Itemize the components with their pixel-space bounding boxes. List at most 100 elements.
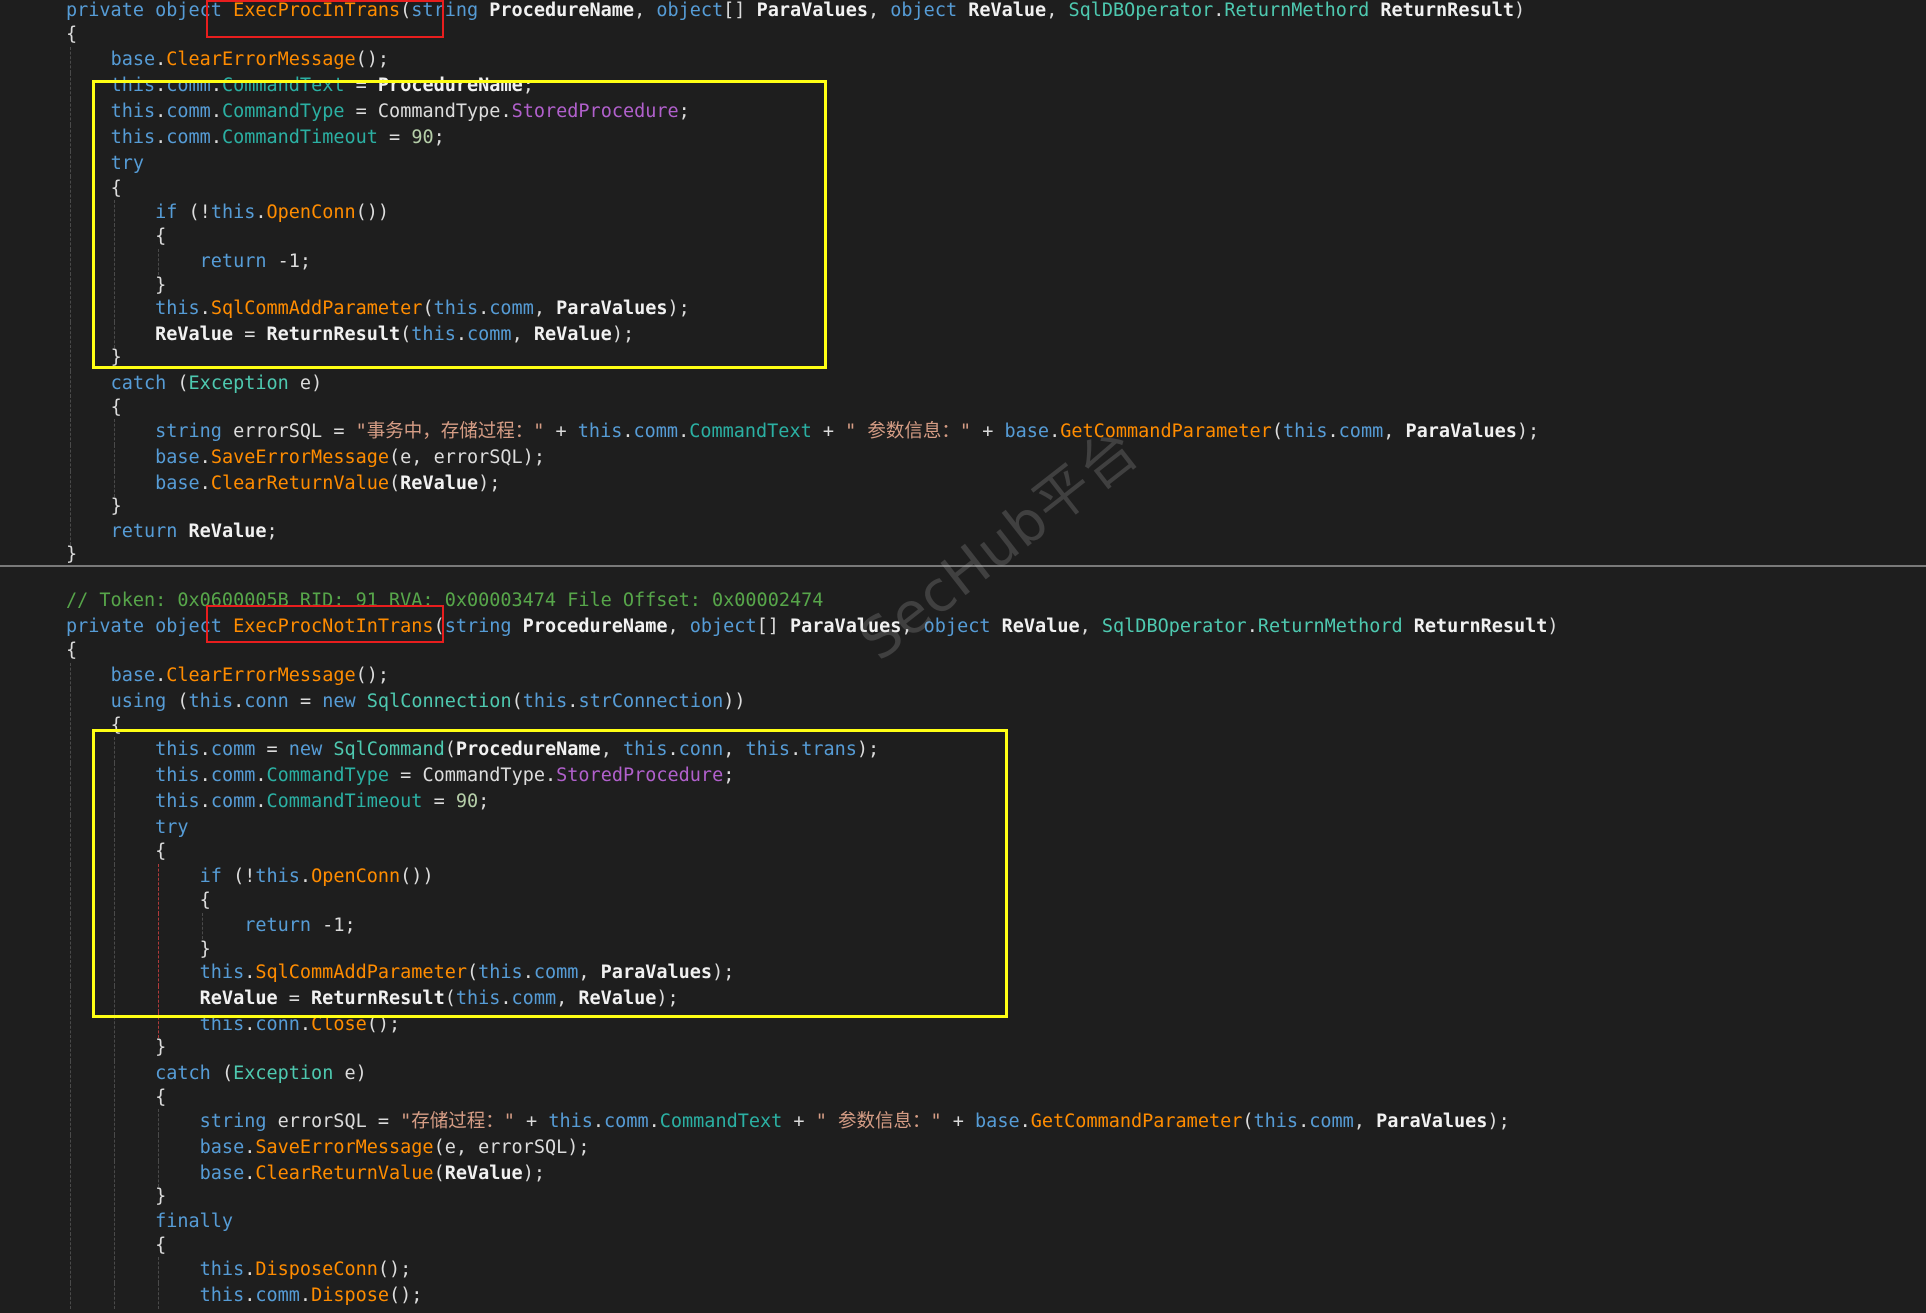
- indent-guide: [70, 1085, 71, 1111]
- punctuation: ,: [867, 0, 891, 21]
- punctuation: .: [244, 1285, 256, 1306]
- indent-guide: [70, 151, 71, 177]
- field: comm: [604, 1111, 649, 1132]
- keyword: using: [110, 691, 167, 712]
- punctuation: .: [648, 1111, 660, 1132]
- string-literal: "事务中，存储过程：": [355, 421, 545, 442]
- keyword: catch: [110, 373, 167, 394]
- punctuation: ,: [1353, 1111, 1377, 1132]
- code-line[interactable]: string errorSQL = "事务中，存储过程：" + this.com…: [66, 419, 1539, 445]
- keyword: base: [199, 1137, 245, 1158]
- property: CommandText: [659, 1111, 783, 1132]
- keyword: object: [689, 616, 757, 637]
- code-line[interactable]: catch (Exception e): [66, 371, 322, 397]
- keyword: return: [110, 521, 178, 542]
- keyword: new: [322, 691, 356, 712]
- parameter: ParaValues: [1376, 1111, 1488, 1132]
- punctuation: );: [522, 1163, 545, 1184]
- code-line[interactable]: base.ClearErrorMessage();: [66, 663, 389, 689]
- indent-guide: [70, 864, 71, 890]
- comment-line[interactable]: // Token: 0x0600005B RID: 91 RVA: 0x0000…: [66, 588, 823, 614]
- punctuation: []: [756, 616, 779, 637]
- method-name: GetCommandParameter: [1030, 1111, 1243, 1132]
- parameter: ParaValues: [756, 0, 868, 21]
- punctuation: .: [1213, 0, 1225, 21]
- punctuation: ();: [377, 1259, 412, 1280]
- code-line[interactable]: }: [66, 494, 122, 520]
- method-name: ClearReturnValue: [255, 1163, 434, 1184]
- code-line[interactable]: using (this.conn = new SqlConnection(thi…: [66, 689, 746, 715]
- punctuation: ();: [355, 49, 390, 70]
- punctuation: (: [166, 373, 189, 394]
- type-name: ReturnMethord: [1257, 616, 1403, 637]
- punctuation: ): [1514, 0, 1526, 21]
- keyword: string: [199, 1111, 267, 1132]
- variable: errorSQL =: [266, 1111, 401, 1132]
- indent-guide: [70, 1035, 71, 1061]
- code-line[interactable]: base.ClearErrorMessage();: [66, 47, 389, 73]
- indent-guide: [70, 445, 71, 471]
- operator: +: [514, 1111, 549, 1132]
- punctuation: .: [199, 473, 211, 494]
- code-line[interactable]: finally: [66, 1209, 233, 1235]
- parameter: ReValue: [444, 1163, 523, 1184]
- parameter: ReturnResult: [1413, 616, 1548, 637]
- indent-guide: [70, 47, 71, 73]
- indent-guide: [70, 763, 71, 789]
- method-name: ClearReturnValue: [210, 473, 390, 494]
- string-literal: " 参数信息：": [815, 1111, 942, 1132]
- variable: e): [333, 1063, 367, 1084]
- punctuation: );: [478, 473, 501, 494]
- punctuation: ;: [266, 521, 278, 542]
- code-line[interactable]: base.SaveErrorMessage(e, errorSQL);: [66, 1135, 590, 1161]
- indent-guide: [70, 249, 71, 275]
- code-line[interactable]: {: [66, 1085, 166, 1111]
- type-name: Exception: [233, 1063, 334, 1084]
- indent-guide: [70, 815, 71, 841]
- code-line[interactable]: this.comm.Dispose();: [66, 1283, 422, 1309]
- indent-guide: [70, 125, 71, 151]
- brace: }: [110, 496, 122, 517]
- code-editor[interactable]: private object ExecProcInTrans(string Pr…: [0, 0, 1926, 1313]
- code-line[interactable]: {: [66, 638, 77, 664]
- code-line[interactable]: catch (Exception e): [66, 1061, 367, 1087]
- indent-guide: [114, 1135, 115, 1161]
- brace: }: [66, 544, 78, 565]
- arguments: (e, errorSQL);: [389, 447, 545, 468]
- code-line[interactable]: {: [66, 395, 122, 421]
- field: comm: [255, 1285, 300, 1306]
- brace: {: [155, 1087, 167, 1108]
- indent-guide: [70, 1184, 71, 1210]
- indent-guide: [70, 789, 71, 815]
- method-name: SaveErrorMessage: [210, 447, 390, 468]
- code-line[interactable]: this.DisposeConn();: [66, 1257, 411, 1283]
- code-line[interactable]: string errorSQL = "存储过程：" + this.comm.Co…: [66, 1109, 1510, 1135]
- operator: +: [811, 421, 846, 442]
- code-line[interactable]: }: [66, 1184, 166, 1210]
- punctuation: ,: [1079, 616, 1102, 637]
- operator: =: [288, 691, 323, 712]
- code-line[interactable]: base.SaveErrorMessage(e, errorSQL);: [66, 445, 545, 471]
- indent-guide: [70, 99, 71, 125]
- indent-guide: [70, 176, 71, 202]
- punctuation: (: [1242, 1111, 1254, 1132]
- code-line[interactable]: {: [66, 1233, 166, 1259]
- parameter: ReValue: [400, 473, 479, 494]
- punctuation: ();: [389, 1285, 423, 1306]
- highlight-box-method-name-in-trans: [206, 0, 444, 38]
- parameter: ParaValues: [1405, 421, 1517, 442]
- field: comm: [1309, 1111, 1354, 1132]
- punctuation: );: [1516, 421, 1540, 442]
- code-line[interactable]: {: [66, 22, 77, 48]
- punctuation: .: [233, 691, 245, 712]
- code-line[interactable]: return ReValue;: [66, 519, 278, 545]
- keyword: this: [1253, 1111, 1299, 1132]
- indent-guide: [158, 1109, 159, 1135]
- code-line[interactable]: base.ClearReturnValue(ReValue);: [66, 471, 500, 497]
- punctuation: .: [244, 1137, 256, 1158]
- indent-guide: [70, 395, 71, 421]
- brace: {: [110, 397, 122, 418]
- indent-guide: [70, 345, 71, 371]
- type-name: SqlConnection: [355, 691, 512, 712]
- code-line[interactable]: }: [66, 1035, 166, 1061]
